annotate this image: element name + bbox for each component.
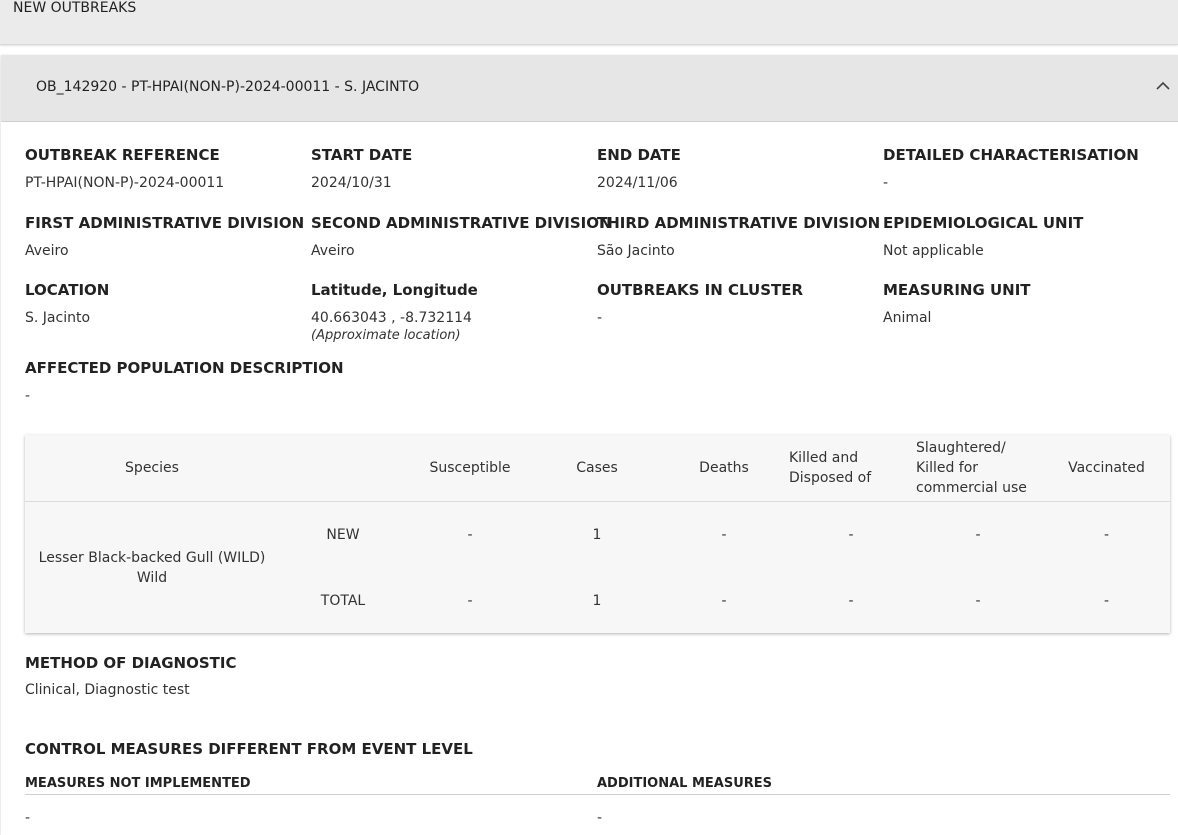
header-slaughtered: Slaughtered/ Killed for commercial use: [916, 440, 1027, 496]
additional-measures-label: ADDITIONAL MEASURES: [597, 776, 773, 791]
field-label: LOCATION: [25, 281, 110, 299]
field-value: São Jacinto: [597, 243, 675, 259]
third-admin-division-field: THIRD ADMINISTRATIVE DIVISION São Jacint…: [597, 214, 881, 259]
field-label: MEASURING UNIT: [883, 281, 1031, 299]
diagnostic-label: METHOD OF DIAGNOSTIC: [25, 654, 237, 672]
latitude-longitude-field: Latitude, Longitude 40.663043 , -8.73211…: [311, 281, 593, 343]
header-deaths: Deaths: [699, 460, 749, 476]
approximate-location-note: (Approximate location): [311, 328, 461, 343]
species-table-header: Species Susceptible Cases Deaths Killed …: [25, 435, 1170, 502]
total-vaccinated-cell: -: [1103, 593, 1110, 609]
field-value: S. Jacinto: [25, 310, 91, 326]
field-label: OUTBREAKS IN CLUSTER: [597, 281, 804, 299]
affected-population-field: AFFECTED POPULATION DESCRIPTION -: [25, 359, 625, 404]
field-label: DETAILED CHARACTERISATION: [883, 146, 1139, 164]
field-label: EPIDEMIOLOGICAL UNIT: [883, 214, 1084, 232]
divider: [25, 794, 1170, 795]
field-label: FIRST ADMINISTRATIVE DIVISION: [25, 214, 305, 232]
header-vaccinated: Vaccinated: [1068, 460, 1145, 476]
field-value: 40.663043 , -8.732114: [311, 310, 472, 326]
field-label: START DATE: [311, 146, 413, 164]
control-measures-label: CONTROL MEASURES DIFFERENT FROM EVENT LE…: [25, 740, 473, 758]
row-type-new: NEW: [326, 527, 360, 543]
field-value: -: [25, 388, 31, 404]
new-vaccinated-cell: -: [1103, 527, 1110, 543]
outbreak-title: OB_142920 - PT-HPAI(NON-P)-2024-00011 - …: [36, 79, 420, 95]
header-species: Species: [125, 460, 179, 476]
second-admin-division-field: SECOND ADMINISTRATIVE DIVISION Aveiro: [311, 214, 612, 259]
field-value: Animal: [883, 310, 932, 326]
species-table: Species Susceptible Cases Deaths Killed …: [25, 435, 1170, 633]
outbreaks-in-cluster-field: OUTBREAKS IN CLUSTER -: [597, 281, 879, 326]
field-value: PT-HPAI(NON-P)-2024-00011: [25, 175, 225, 191]
new-deaths-cell: -: [721, 527, 727, 543]
field-label: SECOND ADMINISTRATIVE DIVISION: [311, 214, 612, 232]
measuring-unit-field: MEASURING UNIT Animal: [883, 281, 1165, 326]
diagnostic-value: Clinical, Diagnostic test: [25, 682, 190, 698]
total-cases-cell: 1: [592, 593, 602, 609]
field-value: Aveiro: [25, 243, 69, 259]
new-killed-cell: -: [848, 527, 854, 543]
field-value: 2024/10/31: [311, 175, 392, 191]
total-susceptible-cell: -: [467, 593, 473, 609]
field-label: OUTBREAK REFERENCE: [25, 146, 220, 164]
start-date-field: START DATE 2024/10/31: [311, 146, 593, 191]
field-label: Latitude, Longitude: [311, 281, 478, 299]
end-date-field: END DATE 2024/11/06: [597, 146, 879, 191]
characterisation-field: DETAILED CHARACTERISATION -: [883, 146, 1165, 191]
row-type-total: TOTAL: [320, 593, 366, 609]
new-outbreaks-bar[interactable]: NEW OUTBREAKS: [0, 0, 1178, 45]
first-admin-division-field: FIRST ADMINISTRATIVE DIVISION Aveiro: [25, 214, 307, 259]
total-deaths-cell: -: [721, 593, 727, 609]
new-cases-cell: 1: [592, 527, 602, 543]
field-value: 2024/11/06: [597, 175, 678, 191]
new-susceptible-cell: -: [467, 527, 473, 543]
field-label: THIRD ADMINISTRATIVE DIVISION: [597, 214, 881, 232]
new-slaughtered-cell: -: [975, 527, 981, 543]
measures-not-implemented-label: MEASURES NOT IMPLEMENTED: [25, 776, 251, 791]
header-killed-disposed: Killed and Disposed of: [789, 450, 872, 486]
total-slaughtered-cell: -: [975, 593, 981, 609]
field-value: Not applicable: [883, 243, 984, 259]
field-label: AFFECTED POPULATION DESCRIPTION: [25, 359, 344, 377]
outbreak-reference-field: OUTBREAK REFERENCE PT-HPAI(NON-P)-2024-0…: [25, 146, 307, 191]
field-label: END DATE: [597, 146, 681, 164]
outbreak-panel-header[interactable]: OB_142920 - PT-HPAI(NON-P)-2024-00011 - …: [1, 55, 1178, 122]
field-value: Aveiro: [311, 243, 355, 259]
section-title: NEW OUTBREAKS: [13, 0, 137, 16]
field-value: -: [883, 175, 889, 191]
chevron-up-icon[interactable]: [1154, 77, 1172, 95]
location-field: LOCATION S. Jacinto: [25, 281, 307, 326]
total-killed-cell: -: [848, 593, 854, 609]
species-name-cell: Lesser Black-backed Gull (WILD) Wild: [38, 550, 266, 586]
header-susceptible: Susceptible: [429, 460, 511, 476]
field-value: -: [597, 310, 603, 326]
epidemiological-unit-field: EPIDEMIOLOGICAL UNIT Not applicable: [883, 214, 1165, 259]
header-cases: Cases: [576, 460, 618, 476]
